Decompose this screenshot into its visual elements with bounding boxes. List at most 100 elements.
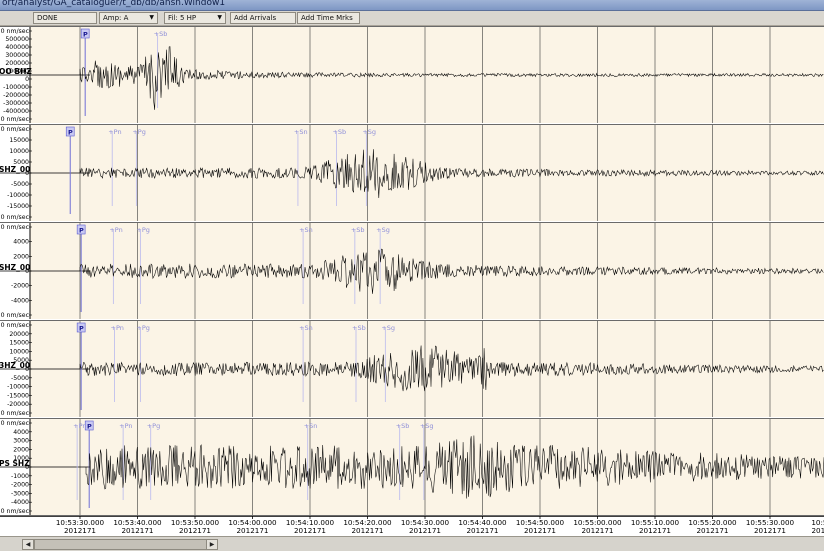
date-tick-label: 2012171 (409, 526, 441, 535)
date-tick-label: 2012171 (524, 526, 556, 535)
phase-pick-label: P (87, 423, 92, 431)
phase-pick-label: +Pn (108, 128, 121, 136)
amp-tick-label: -15000 (7, 203, 29, 210)
amp-tick-label: 3000 (13, 438, 29, 445)
date-tick-label: 2012171 (236, 526, 268, 535)
channel-label: PS SHZ (0, 459, 30, 468)
filter-select[interactable]: Fil: 5 HP ▼ (164, 12, 226, 24)
amp-tick-label: 0 nm/sec (1, 214, 30, 221)
trace-row[interactable]: 0 nm/sec40003000200010000-1000-2000-3000… (0, 418, 824, 516)
amp-tick-label: 10000 (9, 148, 29, 155)
date-tick-label: 2012171 (64, 526, 96, 535)
amp-tick-label: -400000 (3, 108, 29, 115)
add-arrivals-button[interactable]: Add Arrivals (230, 12, 296, 24)
phase-pick-label: +Sg (381, 324, 395, 332)
amp-tick-label: 15000 (9, 137, 29, 144)
trace-row[interactable]: 0 nm/sec400020000-2000-40000 nm/secSHZ_0… (0, 222, 824, 320)
scroll-thumb[interactable] (34, 539, 214, 550)
scroll-right-icon[interactable]: ▶ (206, 539, 218, 550)
horizontal-scrollbar[interactable]: ◀ ▶ (0, 536, 824, 551)
phase-pick-label: +Pn (109, 226, 122, 234)
phase-pick-label: P (83, 31, 88, 39)
amp-tick-label: -100000 (3, 84, 29, 91)
phase-pick-label: +Pg (132, 128, 146, 136)
amp-tick-label: -300000 (3, 100, 29, 107)
amp-tick-label: 15000 (9, 340, 29, 347)
phase-pick-label: P (68, 129, 73, 137)
amp-tick-label: 0 nm/sec (1, 312, 30, 319)
time-axis: 10:53:30.000201217110:53:40.000201217110… (0, 516, 824, 536)
date-tick-label: 2012171 (179, 526, 211, 535)
phase-pick-label: +Pn (73, 422, 86, 430)
amp-tick-label: -10000 (7, 192, 29, 199)
trace-row[interactable]: 0 nm/sec5000004000003000002000001000000-… (0, 26, 824, 124)
chevron-down-icon: ▼ (149, 14, 154, 21)
amp-tick-label: 20000 (9, 331, 29, 338)
amp-tick-label: 500000 (5, 36, 29, 43)
date-tick-label: 2012171 (466, 526, 498, 535)
phase-pick-label: +Sb (154, 30, 168, 38)
date-tick-label: 2012171 (121, 526, 153, 535)
amp-tick-label: -15000 (7, 392, 29, 399)
amp-tick-label: -3000 (11, 490, 29, 497)
channel-label: 3HZ_00 (0, 361, 30, 370)
amp-tick-label: 0 nm/sec (1, 224, 30, 231)
amp-tick-label: 0 nm/sec (1, 508, 30, 515)
phase-pick-label: +Sn (294, 128, 308, 136)
chevron-down-icon: ▼ (217, 14, 222, 21)
window-title-bar[interactable]: ort/analyst/GA_cataloguer/t_db/db/ansn.W… (0, 0, 824, 11)
scroll-left-icon[interactable]: ◀ (22, 539, 34, 550)
date-tick-label: 2012171 (351, 526, 383, 535)
seismogram-panel[interactable]: 0 nm/sec5000004000003000002000001000000-… (0, 26, 824, 516)
trace-row[interactable]: 0 nm/sec20000150001000050000-5000-10000-… (0, 320, 824, 418)
phase-pick-label: +Sn (304, 422, 318, 430)
amp-tick-label: -200000 (3, 92, 29, 99)
amp-tick-label: 400000 (5, 44, 29, 51)
amp-tick-label: -5000 (11, 375, 29, 382)
amp-tick-label: 0 (25, 76, 29, 83)
phase-pick-label: +Sg (420, 422, 434, 430)
amp-select-label: Amp: A (103, 14, 129, 22)
amp-tick-label: 300000 (5, 52, 29, 59)
filter-select-label: Fil: 5 HP (168, 14, 197, 22)
phase-pick-label: +Sb (352, 324, 366, 332)
amp-tick-label: -2000 (11, 482, 29, 489)
amp-tick-label: 0 nm/sec (1, 28, 30, 35)
window-title: ort/analyst/GA_cataloguer/t_db/db/ansn.W… (2, 0, 226, 8)
date-tick-label: 2012171 (294, 526, 326, 535)
date-tick-label: 2012171 (581, 526, 613, 535)
amp-tick-label: 0 nm/sec (1, 116, 30, 123)
date-tick-label: 2012171 (696, 526, 728, 535)
amp-tick-label: 2000 (13, 253, 29, 260)
phase-pick-label: P (79, 227, 84, 235)
status-field: DONE (33, 12, 97, 24)
add-time-marks-button[interactable]: Add Time Mrks (297, 12, 360, 24)
phase-pick-label: +Sn (299, 226, 313, 234)
phase-pick-label: +Sb (332, 128, 346, 136)
trace-row[interactable]: 0 nm/sec150001000050000-5000-10000-15000… (0, 124, 824, 222)
toolbar: DONE Amp: A ▼ Fil: 5 HP ▼ Add Arrivals A… (0, 11, 824, 26)
amp-tick-label: -2000 (11, 283, 29, 290)
amp-tick-label: -4000 (11, 297, 29, 304)
date-tick-label: 2012171 (811, 526, 824, 535)
phase-pick-label: +Sb (351, 226, 365, 234)
channel-label: OO BHZ (0, 67, 32, 76)
amp-tick-label: -5000 (11, 181, 29, 188)
amp-tick-label: -20000 (7, 401, 29, 408)
amp-tick-label: 4000 (13, 239, 29, 246)
amp-tick-label: 4000 (13, 429, 29, 436)
amp-select[interactable]: Amp: A ▼ (99, 12, 158, 24)
trace-background (30, 125, 824, 221)
amp-tick-label: 10000 (9, 348, 29, 355)
amp-tick-label: 0 nm/sec (1, 420, 30, 427)
phase-pick-label: +Sb (396, 422, 410, 430)
phase-pick-label: +Pg (147, 422, 161, 430)
amp-tick-label: 2000 (13, 446, 29, 453)
phase-pick-label: +Sn (299, 324, 313, 332)
channel-label: SHZ_00 (0, 165, 30, 174)
phase-pick-label: +Pn (111, 324, 124, 332)
amp-tick-label: -10000 (7, 384, 29, 391)
phase-pick-label: +Pg (136, 226, 150, 234)
phase-pick-label: +Pn (119, 422, 132, 430)
amp-tick-label: -4000 (11, 499, 29, 506)
